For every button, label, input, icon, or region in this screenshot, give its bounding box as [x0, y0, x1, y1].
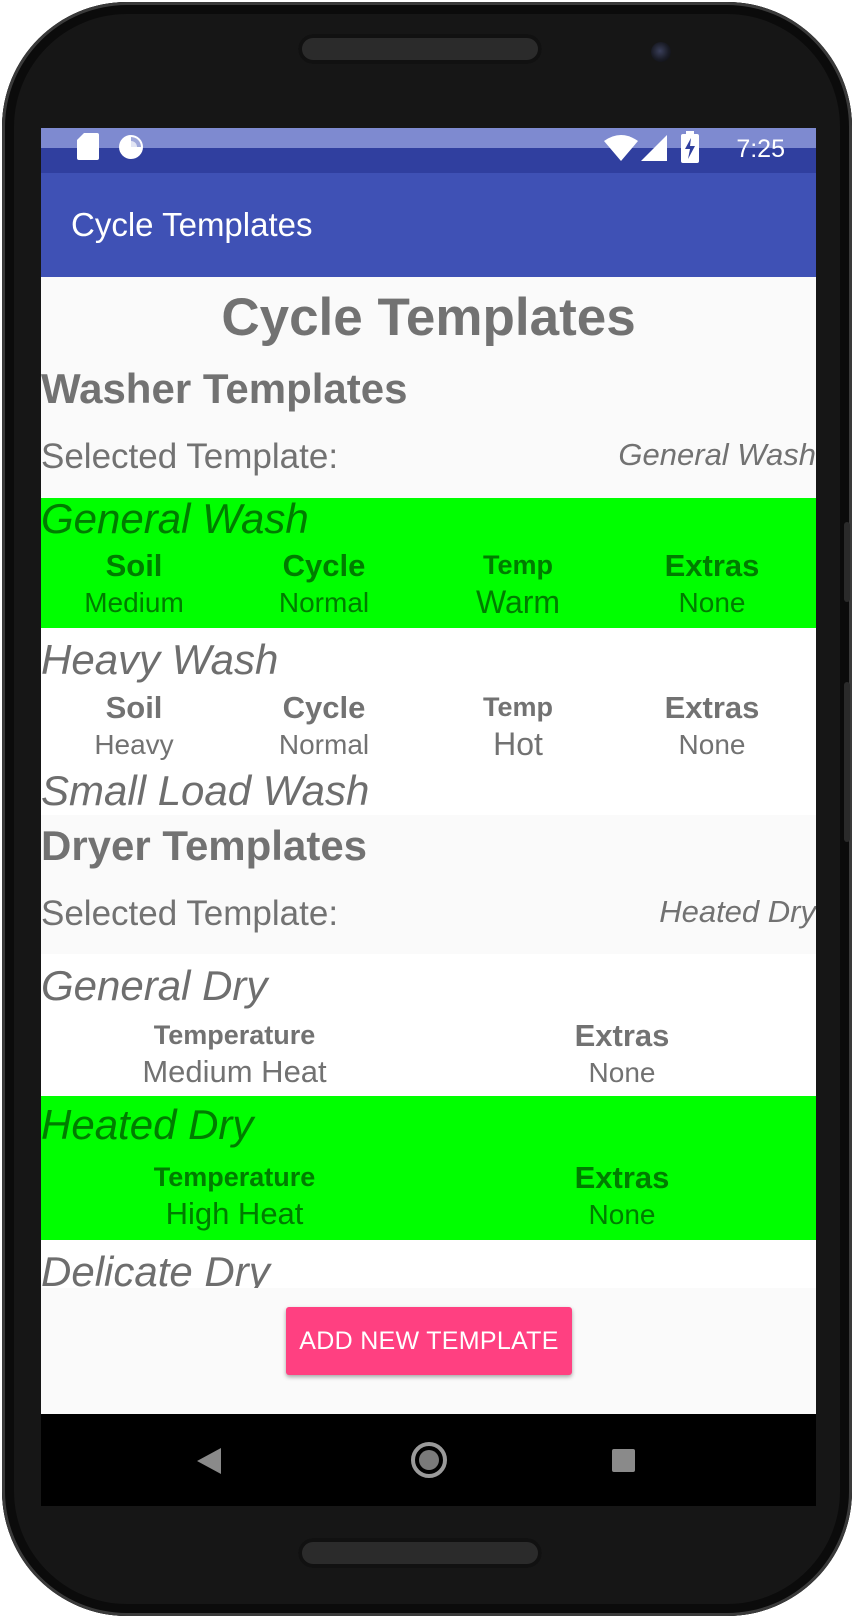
battery-charging-icon [681, 131, 699, 163]
power-button [844, 522, 850, 602]
dryer-template-general-dry[interactable]: General Dry Temperature Medium Heat Extr… [41, 954, 816, 1096]
dryer-template-heated-dry[interactable]: Heated Dry Temperature High Heat Extras … [41, 1096, 816, 1240]
soil-column: Soil Medium [41, 548, 227, 619]
washer-selected-value: General Wash [618, 437, 816, 472]
template-name: Delicate Dry [41, 1248, 270, 1288]
extras-value: None [588, 1199, 656, 1230]
volume-button [844, 682, 850, 842]
extras-column: Extras None [615, 690, 809, 761]
template-name: General Wash [41, 495, 309, 542]
wifi-icon [604, 135, 638, 161]
temp-label: Temp [482, 692, 553, 722]
cycle-value: Normal [278, 729, 370, 760]
add-new-template-button[interactable]: ADD NEW TEMPLATE [286, 1307, 572, 1375]
soil-label: Soil [105, 690, 163, 725]
signal-icon [641, 135, 667, 161]
bottom-speaker [298, 1538, 542, 1568]
soil-column: Soil Heavy [41, 690, 227, 761]
sync-icon [119, 135, 143, 159]
template-name: General Dry [41, 962, 268, 1009]
bottom-action-area: ADD NEW TEMPLATE [41, 1288, 816, 1414]
extras-label: Extras [664, 548, 760, 583]
washer-section-title: Washer Templates [41, 365, 408, 412]
cycle-column: Cycle Normal [227, 548, 421, 619]
dryer-template-delicate-dry[interactable]: Delicate Dry [41, 1240, 816, 1288]
extras-value: None [678, 587, 746, 618]
template-name: Small Load Wash [41, 770, 370, 814]
cycle-label: Cycle [282, 548, 366, 583]
cycle-value: Normal [278, 587, 370, 618]
temperature-column: Temperature High Heat [41, 1162, 428, 1232]
templates-list[interactable]: Cycle Templates Washer Templates Selecte… [41, 277, 816, 1414]
washer-template-small-load-wash[interactable]: Small Load Wash [41, 770, 816, 815]
status-time: 7:25 [736, 135, 785, 163]
soil-label: Soil [105, 548, 163, 583]
extras-label: Extras [574, 1018, 670, 1053]
extras-value: None [678, 729, 746, 760]
temperature-label: Temperature [153, 1162, 316, 1192]
template-name: Heavy Wash [41, 636, 279, 683]
temperature-value: High Heat [165, 1196, 304, 1231]
sd-card-icon [77, 133, 99, 160]
temperature-label: Temperature [153, 1020, 316, 1050]
extras-value: None [588, 1057, 656, 1088]
extras-column: Extras None [428, 1018, 816, 1089]
temperature-column: Temperature Medium Heat [41, 1020, 428, 1090]
dryer-selected-value: Heated Dry [659, 894, 816, 929]
temp-value: Hot [493, 726, 543, 762]
screen: 7:25 Cycle Templates Cycle Templates Was… [41, 128, 816, 1414]
status-bar-highlight [41, 128, 816, 148]
dryer-selected-label: Selected Template: [41, 894, 339, 933]
extras-column: Extras None [615, 548, 809, 619]
navigation-bar [41, 1414, 816, 1506]
washer-selected-label: Selected Template: [41, 437, 339, 476]
extras-column: Extras None [428, 1160, 816, 1231]
dryer-section-title: Dryer Templates [41, 822, 368, 869]
template-name: Heated Dry [41, 1101, 254, 1148]
extras-label: Extras [574, 1160, 670, 1195]
soil-value: Medium [84, 587, 184, 618]
home-icon[interactable] [410, 1441, 448, 1479]
temp-column: Temp Hot [421, 692, 615, 763]
soil-value: Heavy [94, 729, 174, 760]
temp-column: Temp Warm [421, 550, 615, 621]
status-bar: 7:25 [41, 128, 816, 173]
cycle-column: Cycle Normal [227, 690, 421, 761]
temp-label: Temp [482, 550, 553, 580]
top-speaker [298, 34, 542, 64]
front-camera [651, 42, 671, 62]
extras-label: Extras [664, 690, 760, 725]
page-title: Cycle Templates [221, 288, 636, 347]
recents-icon[interactable] [612, 1449, 635, 1472]
cycle-label: Cycle [282, 690, 366, 725]
temperature-value: Medium Heat [142, 1054, 327, 1089]
washer-template-heavy-wash[interactable]: Heavy Wash Soil Heavy Cycle Normal Temp … [41, 628, 816, 770]
temp-value: Warm [475, 584, 561, 620]
washer-template-general-wash[interactable]: General Wash Soil Medium Cycle Normal Te… [41, 495, 816, 628]
app-bar-title: Cycle Templates [71, 206, 313, 243]
back-icon[interactable] [197, 1448, 221, 1474]
app-bar: Cycle Templates [41, 173, 816, 277]
